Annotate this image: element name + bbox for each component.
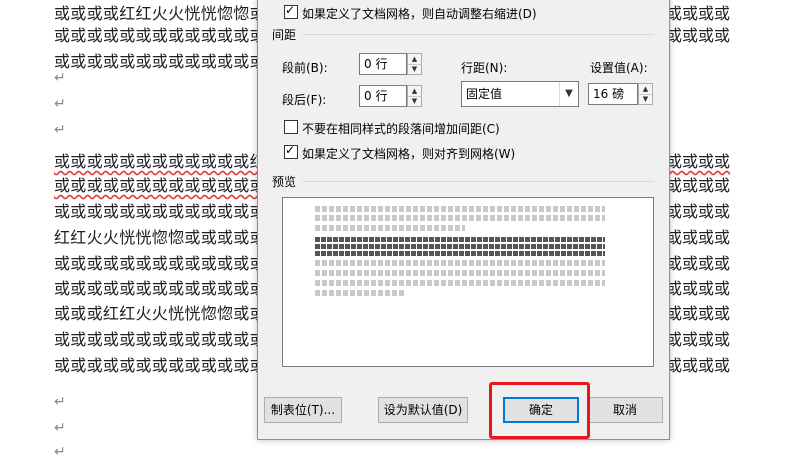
- paragraph-mark-icon: ↵: [54, 96, 66, 112]
- document-text-right-chunk[interactable]: 或或或或: [666, 225, 730, 251]
- space-before-input[interactable]: 0 行: [359, 53, 407, 75]
- line-spacing-select[interactable]: 固定值 ▼: [461, 81, 579, 107]
- preview-group-title: 预览: [272, 175, 297, 189]
- space-after-input[interactable]: 0 行: [359, 85, 407, 107]
- paragraph-mark-icon: ↵: [54, 394, 66, 410]
- space-after-spinner[interactable]: ▲ ▼: [407, 85, 422, 107]
- set-value-spinner[interactable]: ▲ ▼: [638, 83, 653, 105]
- spacing-group-divider: [302, 34, 654, 35]
- document-text-right-chunk[interactable]: 或或或或: [666, 173, 730, 199]
- tabs-button[interactable]: 制表位(T)...: [264, 397, 342, 423]
- space-before-label: 段前(B):: [282, 61, 328, 75]
- paragraph-mark-icon: ↵: [54, 420, 66, 436]
- document-text-line[interactable]: 或或或或或或或或或或或或或或: [54, 49, 282, 75]
- preview-current-line: [315, 244, 605, 249]
- document-text-right-chunk[interactable]: 或或或或: [666, 199, 730, 225]
- line-spacing-value: 固定值: [466, 87, 503, 101]
- document-text-line[interactable]: 或或或或或或或或或或或或或或: [54, 173, 282, 199]
- document-text-line[interactable]: 或或或或或或或或或或或或红: [54, 149, 266, 175]
- preview-next-line: [315, 290, 405, 296]
- auto-adjust-right-indent-label: 如果定义了文档网格，则自动调整右缩进(D): [302, 7, 537, 21]
- preview-next-line: [315, 280, 605, 286]
- document-text-line[interactable]: 或或或或或或或或或或或或或或: [54, 327, 282, 353]
- no-space-same-style-checkbox[interactable]: [284, 120, 298, 134]
- cancel-button[interactable]: 取消: [587, 397, 663, 423]
- preview-prev-line: [315, 225, 465, 231]
- document-text-line[interactable]: 或或或或或或或或或或或或或或: [54, 353, 282, 379]
- no-space-same-style-label: 不要在相同样式的段落间增加间距(C): [302, 122, 500, 136]
- document-text-line[interactable]: 或或或或或或或或或或或或或或: [54, 199, 282, 225]
- chevron-down-icon[interactable]: ▼: [559, 82, 578, 106]
- document-text-right-chunk[interactable]: 或或或或: [666, 301, 730, 327]
- preview-next-line: [315, 270, 605, 276]
- line-spacing-label: 行距(N):: [461, 61, 508, 75]
- document-text-line[interactable]: 或或或或或或或或或或或或或或: [54, 276, 282, 302]
- space-before-spinner[interactable]: ▲ ▼: [407, 53, 422, 75]
- space-after-label: 段后(F):: [282, 93, 327, 107]
- document-text-line[interactable]: 红红火火恍恍惚惚或或或或或: [54, 225, 266, 251]
- preview-group-divider: [302, 181, 654, 182]
- set-value-label: 设置值(A):: [590, 61, 648, 75]
- spin-down-icon[interactable]: ▼: [408, 96, 421, 106]
- preview-current-line: [315, 251, 605, 256]
- document-text-right-chunk[interactable]: 或或或或: [666, 23, 730, 49]
- document-text-line[interactable]: 或或或红红火火恍恍惚惚或或: [54, 301, 266, 327]
- snap-to-grid-checkbox[interactable]: [284, 143, 298, 159]
- spin-down-icon[interactable]: ▼: [408, 64, 421, 74]
- document-text-right-chunk[interactable]: 或或或或: [666, 276, 730, 302]
- preview-current-line: [315, 237, 605, 242]
- document-text-right-chunk[interactable]: 或或或或: [666, 327, 730, 353]
- spacing-group-title: 间距: [272, 28, 297, 42]
- document-text-right-chunk[interactable]: 或或或或: [666, 149, 730, 175]
- preview-next-line: [315, 260, 605, 266]
- snap-to-grid-label: 如果定义了文档网格，则对齐到网格(W): [302, 147, 516, 161]
- paragraph-mark-icon: ↵: [54, 70, 66, 86]
- spin-down-icon[interactable]: ▼: [639, 94, 652, 104]
- paragraph-preview: [282, 197, 654, 367]
- paragraph-mark-icon: ↵: [54, 444, 66, 460]
- preview-prev-line: [315, 206, 605, 212]
- document-text-right-chunk[interactable]: 或或或或: [666, 353, 730, 379]
- document-text-right-chunk[interactable]: 或或或或: [666, 251, 730, 277]
- ok-button-highlight-annotation: [489, 382, 590, 439]
- paragraph-mark-icon: ↵: [54, 122, 66, 138]
- auto-adjust-right-indent-checkbox[interactable]: [284, 3, 298, 19]
- set-default-button[interactable]: 设为默认值(D): [378, 397, 468, 423]
- document-text-line[interactable]: 或或或或或或或或或或或或或或: [54, 251, 282, 277]
- preview-prev-line: [315, 215, 605, 221]
- set-value-input[interactable]: 16 磅: [588, 83, 638, 105]
- document-text-line[interactable]: 或或或或或或或或或或或或或或: [54, 23, 282, 49]
- paragraph-dialog: 如果定义了文档网格，则自动调整右缩进(D) 间距 段前(B): 0 行 ▲ ▼ …: [257, 0, 670, 440]
